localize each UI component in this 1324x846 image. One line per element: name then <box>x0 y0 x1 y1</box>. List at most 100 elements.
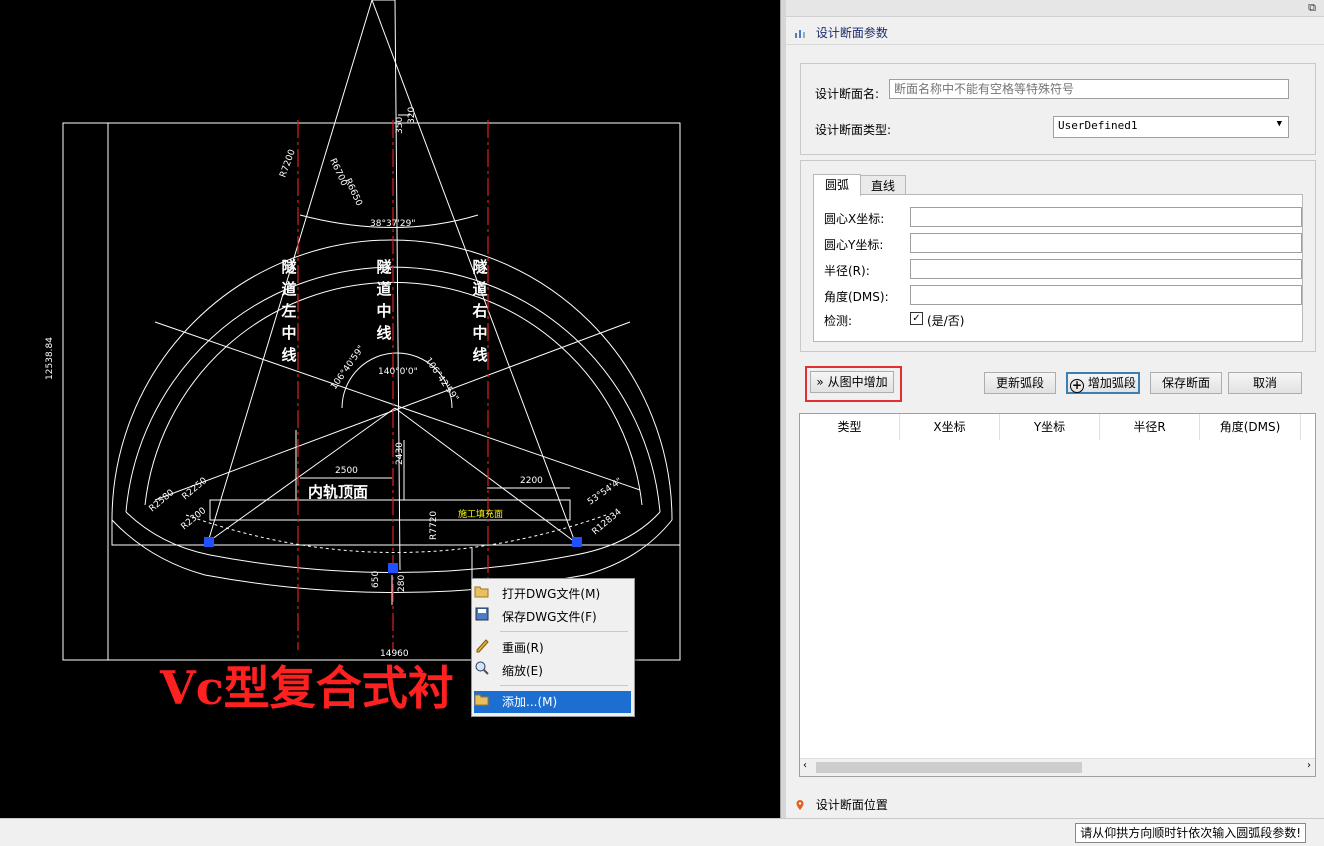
grip-point-center <box>388 563 398 573</box>
center-y-label: 圆心Y坐标: <box>824 238 884 252</box>
angle-left: 106°40'59" <box>329 344 367 392</box>
drawing-title: Vc型复合式衬 <box>159 661 454 715</box>
update-arc-button[interactable]: 更新弧段 <box>984 372 1056 394</box>
arc-segment-table[interactable]: 类型 X坐标 Y坐标 半径R 角度(DMS) ‹ › <box>799 413 1316 777</box>
add-from-drawing-button[interactable]: » 从图中增加 <box>810 371 894 393</box>
design-section-panel: ⧉ 设计断面参数 设计断面名: 设计断面类型: UserDefined1 ▼ 圆… <box>786 0 1324 818</box>
chevron-down-icon[interactable]: ▼ <box>1277 119 1282 129</box>
restore-icon[interactable]: ⧉ <box>1308 1 1316 15</box>
plus-circle-icon: + <box>1070 378 1085 393</box>
section-title: 设计断面参数 <box>815 26 888 40</box>
section-type-label: 设计断面类型: <box>815 123 892 137</box>
menu-item-open-dwg[interactable]: 打开DWG文件(M) <box>474 583 631 605</box>
svg-text:中: 中 <box>376 302 391 320</box>
chart-icon <box>795 30 805 38</box>
dim-2200: 2200 <box>520 476 543 486</box>
arc-line-group: 圆弧 直线 圆心X坐标: 圆心Y坐标: 半径(R): 角度(DMS): 检测: … <box>800 160 1316 352</box>
menu-separator <box>500 631 628 632</box>
cad-drawing-view[interactable]: 隧 道 左 中 线 隧 道 中 线 隧 道 右 中 线 内轨顶面 施工填充面 1… <box>0 0 780 818</box>
grip-point-right <box>572 537 582 547</box>
menu-item-redraw[interactable]: 重画(R) <box>474 637 631 659</box>
svg-text:线: 线 <box>376 324 391 342</box>
menu-separator <box>500 685 628 686</box>
rail-platform <box>209 499 571 521</box>
section-name-input[interactable] <box>889 79 1289 99</box>
col-angle[interactable]: 角度(DMS) <box>1200 414 1301 440</box>
grip-point-left <box>204 537 214 547</box>
check-text: (是/否) <box>927 314 965 328</box>
col-radius[interactable]: 半径R <box>1100 414 1200 440</box>
angle-center: 140°0'0" <box>378 367 418 377</box>
svg-text:道: 道 <box>472 280 487 298</box>
panel-titlebar: ⧉ <box>786 0 1324 17</box>
label-center-centerline: 隧 <box>376 258 391 276</box>
svg-text:道: 道 <box>281 280 296 298</box>
angle-label: 角度(DMS): <box>824 290 889 304</box>
label-rail-top: 内轨顶面 <box>308 483 368 501</box>
center-x-label: 圆心X坐标: <box>824 212 885 226</box>
dim-r2300: R2300 <box>180 506 209 533</box>
horizontal-scrollbar[interactable]: ‹ › <box>800 758 1315 776</box>
label-construction-surface: 施工填充面 <box>458 508 503 520</box>
menu-item-save-dwg[interactable]: 保存DWG文件(F) <box>474 606 631 628</box>
col-type[interactable]: 类型 <box>800 414 900 440</box>
check-label: 检测: <box>824 314 853 328</box>
svg-text:线: 线 <box>281 346 296 364</box>
scroll-right-icon[interactable]: › <box>1307 760 1311 771</box>
dim-r7200: R7200 <box>278 148 297 179</box>
location-pin-icon <box>796 800 804 810</box>
svg-text:左: 左 <box>280 302 296 320</box>
svg-text:中: 中 <box>472 324 487 342</box>
context-menu: 打开DWG文件(M) 保存DWG文件(F) 重画(R) 缩放(E) 添加...(… <box>471 578 635 717</box>
section-type-select[interactable]: UserDefined1 ▼ <box>1053 116 1289 138</box>
dim-2500: 2500 <box>335 466 358 476</box>
save-section-button[interactable]: 保存断面 <box>1150 372 1222 394</box>
dim-650: 650 <box>371 571 381 588</box>
dim-r7720: R7720 <box>429 511 439 540</box>
tab-line[interactable]: 直线 <box>860 175 906 196</box>
dim-320: 320 <box>407 107 417 124</box>
center-y-input[interactable] <box>910 233 1302 253</box>
dim-height: 12538.84 <box>45 337 55 380</box>
folder-open-icon <box>474 586 489 598</box>
section-name-group: 设计断面名: 设计断面类型: UserDefined1 ▼ <box>800 63 1316 155</box>
svg-text:中: 中 <box>281 324 296 342</box>
tab-arc[interactable]: 圆弧 <box>813 174 861 196</box>
radius-label: 半径(R): <box>824 264 870 278</box>
dim-280: 280 <box>397 575 407 592</box>
dim-350: 350 <box>395 117 405 134</box>
add-arc-button[interactable]: + 增加弧段 <box>1066 372 1140 394</box>
zoom-icon <box>475 661 489 675</box>
section-name-label: 设计断面名: <box>815 87 880 101</box>
center-x-input[interactable] <box>910 207 1302 227</box>
tab-arc-body: 圆心X坐标: 圆心Y坐标: 半径(R): 角度(DMS): 检测: ✓ (是/否… <box>813 194 1303 342</box>
angle-input[interactable] <box>910 285 1302 305</box>
dim-2430: 2430 <box>395 442 405 465</box>
dim-r6650: R6650 <box>342 177 364 208</box>
invert-dashed <box>185 514 607 553</box>
section-header-params[interactable]: 设计断面参数 <box>786 22 1324 44</box>
dim-r12834: R12834 <box>591 507 624 537</box>
menu-item-add[interactable]: 添加...(M) <box>474 691 631 713</box>
scrollbar-thumb[interactable] <box>816 762 1082 773</box>
label-left-centerline-1: 隧 <box>281 258 296 276</box>
col-x[interactable]: X坐标 <box>900 414 1000 440</box>
svg-text:道: 道 <box>376 280 391 298</box>
menu-item-zoom[interactable]: 缩放(E) <box>474 660 631 682</box>
pencil-icon <box>476 639 489 653</box>
scroll-left-icon[interactable]: ‹ <box>803 760 807 771</box>
add-icon <box>474 694 489 706</box>
check-checkbox[interactable]: ✓ <box>910 312 923 325</box>
angle-right: 106°42'59" <box>423 356 461 404</box>
col-y[interactable]: Y坐标 <box>1000 414 1100 440</box>
dim-r2580: R2580 <box>148 488 177 515</box>
cad-canvas[interactable]: 隧 道 左 中 线 隧 道 中 线 隧 道 右 中 线 内轨顶面 施工填充面 1… <box>0 0 780 818</box>
radius-input[interactable] <box>910 259 1302 279</box>
save-icon <box>475 607 489 621</box>
status-message: 请从仰拱方向顺时针依次输入圆弧段参数! <box>1075 823 1306 843</box>
label-right-centerline: 隧 <box>472 258 487 276</box>
cancel-button[interactable]: 取消 <box>1228 372 1302 394</box>
location-section-title: 设计断面位置 <box>815 798 888 812</box>
section-header-location[interactable]: 设计断面位置 <box>786 794 1324 816</box>
angle-bottom-right: 53°54'4" <box>586 476 624 507</box>
